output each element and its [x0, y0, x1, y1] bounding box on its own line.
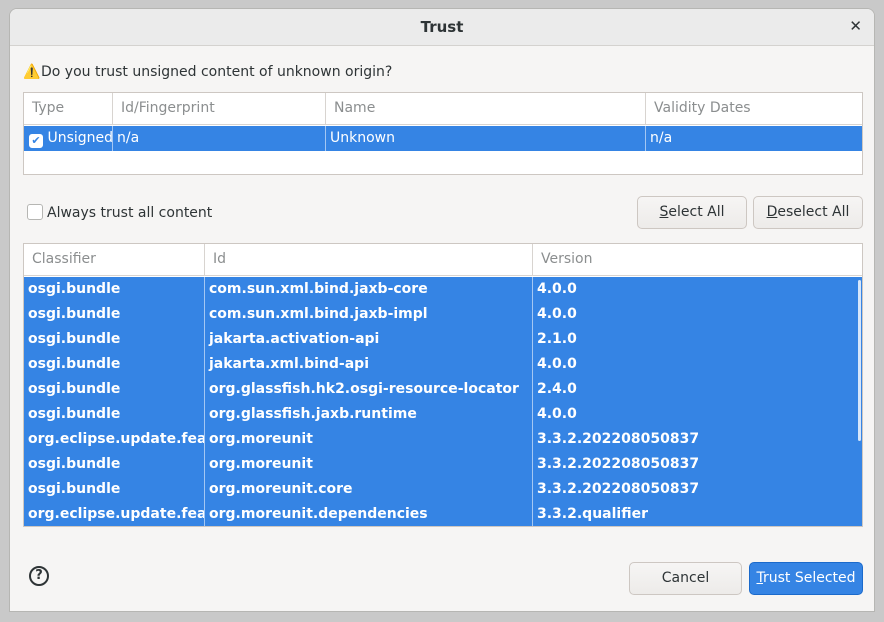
cell-version: 3.3.2.202208050837: [537, 456, 700, 472]
column-header-classifier[interactable]: Classifier: [24, 244, 205, 275]
cell-id: org.moreunit: [205, 427, 533, 452]
signer-validity: n/a: [650, 130, 673, 146]
cell-version: 2.1.0: [537, 331, 577, 347]
trust-question-text: Do you trust unsigned content of unknown…: [41, 64, 393, 80]
always-trust-checkbox[interactable]: [27, 204, 43, 220]
always-trust-option[interactable]: Always trust all content: [27, 204, 212, 221]
cell-version: 4.0.0: [537, 306, 577, 322]
table-row[interactable]: osgi.bundle jakarta.activation-api 2.1.0: [24, 327, 862, 352]
cell-classifier: osgi.bundle: [24, 352, 205, 377]
column-header-id[interactable]: Id: [205, 244, 533, 275]
trust-selected-button[interactable]: Trust Selected: [749, 562, 863, 595]
signer-table-header: Type Id/Fingerprint Name Validity Dates: [24, 93, 862, 125]
cell-classifier: osgi.bundle: [24, 327, 205, 352]
close-icon[interactable]: ✕: [849, 17, 862, 35]
cell-version: 3.3.2.202208050837: [537, 481, 700, 497]
cell-id: org.glassfish.jaxb.runtime: [205, 402, 533, 427]
content-table-header: Classifier Id Version: [24, 244, 862, 276]
table-row[interactable]: osgi.bundle org.moreunit.core 3.3.2.202208…: [24, 477, 862, 502]
column-header-validity-dates[interactable]: Validity Dates: [646, 93, 862, 124]
select-all-button[interactable]: Select All: [637, 196, 747, 229]
table-row[interactable]: osgi.bundle org.glassfish.hk2.osgi-resour…: [24, 377, 862, 402]
column-header-type[interactable]: Type: [24, 93, 113, 124]
cell-classifier: osgi.bundle: [24, 277, 205, 302]
cell-id: org.moreunit.dependencies: [205, 502, 533, 526]
table-row[interactable]: osgi.bundle jakarta.xml.bind-api 4.0.0: [24, 352, 862, 377]
trust-question: ⚠️Do you trust unsigned content of unkno…: [23, 64, 392, 80]
signer-table[interactable]: Type Id/Fingerprint Name Validity Dates …: [23, 92, 863, 175]
cell-version: 3.3.2.qualifier: [537, 506, 648, 522]
content-table[interactable]: Classifier Id Version osgi.bundle com.sun…: [23, 243, 863, 527]
signer-row[interactable]: ✔ Unsigned n/a Unknown n/a: [24, 126, 862, 151]
table-row[interactable]: org.eclipse.update.featureorg.moreunit.d…: [24, 502, 862, 526]
help-icon[interactable]: ?: [29, 566, 49, 586]
cell-classifier: org.eclipse.update.feature: [24, 502, 205, 526]
cell-id: org.moreunit: [205, 452, 533, 477]
cell-id: jakarta.activation-api: [205, 327, 533, 352]
cell-version: 4.0.0: [537, 281, 577, 297]
cell-version: 2.4.0: [537, 381, 577, 397]
table-row[interactable]: osgi.bundle com.sun.xml.bind.jaxb-impl 4.0…: [24, 302, 862, 327]
cell-classifier: osgi.bundle: [24, 402, 205, 427]
title-bar: Trust ✕: [10, 9, 874, 46]
cell-classifier: osgi.bundle: [24, 302, 205, 327]
cell-id: jakarta.xml.bind-api: [205, 352, 533, 377]
warning-icon: ⚠️: [23, 64, 41, 80]
cell-version: 3.3.2.202208050837: [537, 431, 700, 447]
column-header-version[interactable]: Version: [533, 244, 862, 275]
always-trust-label: Always trust all content: [47, 205, 213, 221]
cell-id: com.sun.xml.bind.jaxb-core: [205, 277, 533, 302]
trust-dialog: Trust ✕ ⚠️Do you trust unsigned content …: [9, 8, 875, 612]
cell-classifier: osgi.bundle: [24, 377, 205, 402]
table-row[interactable]: osgi.bundle org.glassfish.jaxb.runtime 4.0…: [24, 402, 862, 427]
signer-trust-checkbox[interactable]: ✔: [29, 134, 43, 148]
dialog-title: Trust: [420, 18, 464, 36]
deselect-all-button[interactable]: Deselect All: [753, 196, 863, 229]
table-row[interactable]: osgi.bundle org.moreunit 3.3.2.20220805083…: [24, 452, 862, 477]
signer-type: Unsigned: [47, 130, 113, 146]
column-header-name[interactable]: Name: [326, 93, 646, 124]
cell-version: 4.0.0: [537, 356, 577, 372]
signer-id: n/a: [113, 126, 326, 151]
content-table-scrollbar[interactable]: [858, 280, 861, 441]
cell-classifier: osgi.bundle: [24, 477, 205, 502]
column-header-id-fingerprint[interactable]: Id/Fingerprint: [113, 93, 326, 124]
table-row[interactable]: org.eclipse.update.featureorg.moreunit3.…: [24, 427, 862, 452]
cell-id: org.glassfish.hk2.osgi-resource-locator: [205, 377, 533, 402]
cancel-button[interactable]: Cancel: [629, 562, 742, 595]
signer-type-cell: ✔ Unsigned: [24, 126, 113, 151]
cell-id: org.moreunit.core: [205, 477, 533, 502]
cell-classifier: osgi.bundle: [24, 452, 205, 477]
cell-id: com.sun.xml.bind.jaxb-impl: [205, 302, 533, 327]
cell-classifier: org.eclipse.update.feature: [24, 427, 205, 452]
table-row[interactable]: osgi.bundle com.sun.xml.bind.jaxb-core 4.0…: [24, 277, 862, 302]
signer-name: Unknown: [326, 126, 646, 151]
cell-version: 4.0.0: [537, 406, 577, 422]
